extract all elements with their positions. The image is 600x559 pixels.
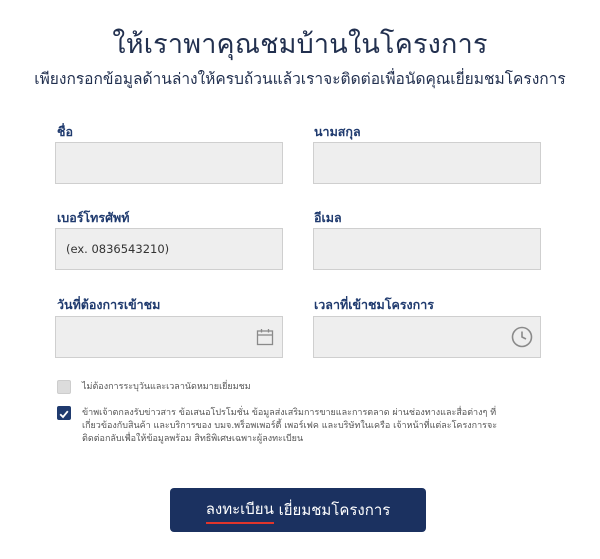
last-name-input[interactable] [314, 143, 540, 183]
email-input[interactable] [314, 229, 540, 269]
register-label: ลงทะเบียน [205, 497, 274, 524]
last-name-label: นามสกุล [314, 124, 361, 139]
consent-line: ข้าพเจ้าตกลงรับข่าวสาร ข้อเสนอโปรโมชั่น … [82, 408, 497, 418]
phone-field[interactable] [55, 228, 283, 270]
no-appointment-checkbox[interactable] [57, 380, 71, 394]
first-name-input[interactable] [56, 143, 282, 183]
email-field[interactable] [313, 228, 541, 270]
visit-date-input[interactable] [56, 317, 282, 357]
checkmark-icon [59, 410, 69, 419]
consent-line: ติดต่อกลับเพื่อให้ข้อมูลพร้อม สิทธิพิเศษ… [82, 434, 304, 444]
register-visit-button[interactable]: ลงทะเบียน เยี่ยมชมโครงการ [170, 488, 426, 532]
first-name-label: ชื่อ [57, 124, 73, 139]
phone-label: เบอร์โทรศัพท์ [57, 210, 130, 225]
consent-text: ข้าพเจ้าตกลงรับข่าวสาร ข้อเสนอโปรโมชั่น … [82, 407, 522, 446]
visit-time-input[interactable] [314, 317, 540, 357]
visit-project-label: เยี่ยมชมโครงการ [273, 501, 391, 519]
visit-time-label: เวลาที่เข้าชมโครงการ [314, 297, 434, 312]
first-name-field[interactable] [55, 142, 283, 184]
page-subtitle: เพียงกรอกข้อมูลด้านล่างให้ครบถ้วนแล้วเรา… [34, 70, 566, 88]
no-appointment-label: ไม่ต้องการระบุวันและเวลานัดหมายเยี่ยมชม [82, 382, 251, 392]
visit-time-field[interactable] [313, 316, 541, 358]
clock-icon[interactable] [511, 326, 533, 348]
consent-checkbox[interactable] [57, 406, 71, 420]
consent-line: เกี่ยวข้องกับสินค้า และบริการของ บมจ.พร็… [82, 421, 498, 431]
page-title: ให้เราพาคุณชมบ้านในโครงการ [112, 29, 488, 60]
calendar-icon[interactable] [256, 328, 274, 346]
phone-input[interactable] [56, 229, 282, 269]
last-name-field[interactable] [313, 142, 541, 184]
visit-date-field[interactable] [55, 316, 283, 358]
visit-date-label: วันที่ต้องการเข้าชม [57, 297, 161, 312]
email-label: อีเมล [314, 210, 342, 225]
